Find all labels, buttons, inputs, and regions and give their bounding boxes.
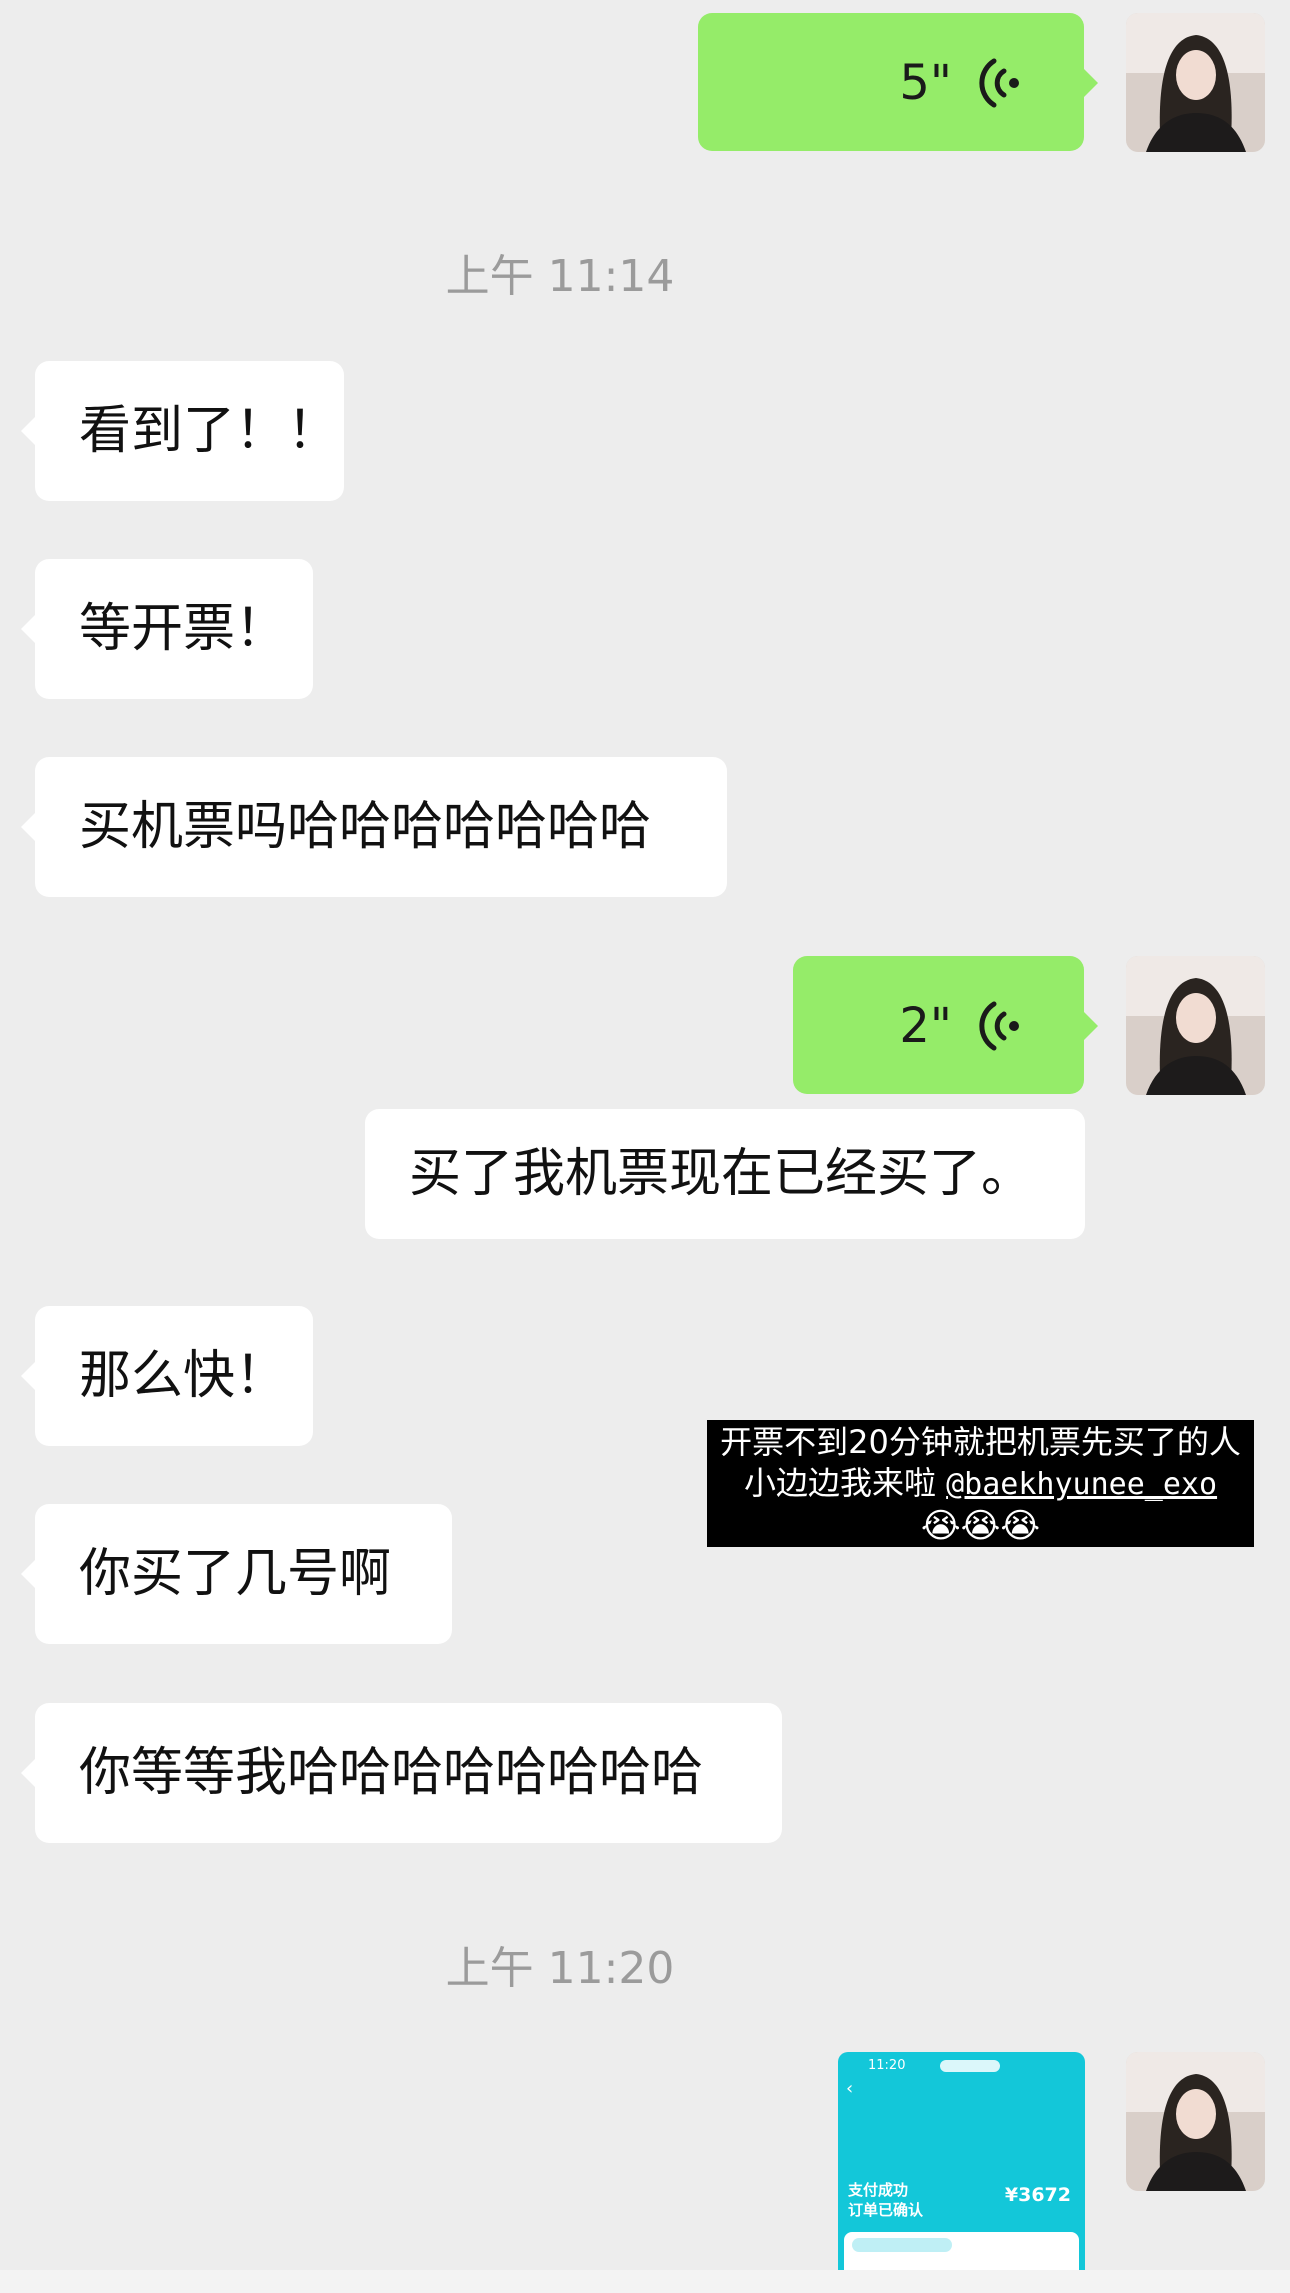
payment-status: 支付成功 订单已确认 — [848, 2180, 923, 2220]
avatar[interactable] — [1126, 956, 1265, 1095]
received-message[interactable]: 那么快！ — [21, 1306, 313, 1446]
caption-overlay: 开票不到20分钟就把机票先买了的人 小边边我来啦 @baekhyunee_exo… — [707, 1420, 1254, 1547]
order-card-bar — [852, 2238, 952, 2252]
bottom-bar — [0, 2270, 1290, 2293]
caption-line: 开票不到20分钟就把机票先买了的人 — [720, 1423, 1241, 1461]
user-avatar-icon — [1126, 956, 1265, 1095]
avatar[interactable] — [1126, 13, 1265, 152]
crying-emoji-group: 😭😭😭 — [920, 1506, 1041, 1546]
timestamp: 上午 11:14 — [445, 251, 675, 302]
payment-amount: ¥3672 — [1004, 2184, 1071, 2206]
user-avatar-icon — [1126, 2052, 1265, 2191]
received-message[interactable]: 你等等我哈哈哈哈哈哈哈哈 — [21, 1703, 782, 1843]
received-message[interactable]: 等开票！ — [21, 559, 313, 699]
screenshot-image-message[interactable]: 11:20 ‹ 支付成功 订单已确认 ¥3672 — [838, 2052, 1085, 2293]
timestamp: 上午 11:20 — [445, 1943, 675, 1994]
back-arrow-icon: ‹ — [846, 2078, 854, 2099]
voice-message-bubble[interactable]: 2" — [793, 956, 1098, 1094]
voice-duration: 2" — [899, 998, 952, 1054]
voice-message-bubble[interactable]: 5" — [698, 13, 1098, 151]
voice-wave-icon — [979, 58, 1019, 108]
user-avatar-icon — [1126, 13, 1265, 152]
mention-link[interactable]: @baekhyunee_exo — [946, 1467, 1217, 1502]
voice-wave-icon — [979, 1001, 1019, 1051]
received-message[interactable]: 看到了！！ — [21, 361, 344, 501]
screenshot-time: 11:20 — [868, 2058, 906, 2073]
sent-message[interactable]: 买了我机票现在已经买了。 — [365, 1109, 1085, 1239]
received-message[interactable]: 买机票吗哈哈哈哈哈哈哈 — [21, 757, 727, 897]
caption-text: 小边边我来啦 — [743, 1464, 947, 1502]
received-message[interactable]: 你买了几号啊 — [21, 1504, 452, 1644]
avatar[interactable] — [1126, 2052, 1265, 2191]
caption-line: 小边边我来啦 @baekhyunee_exo — [717, 1463, 1244, 1505]
payment-status-line: 支付成功 — [848, 2181, 909, 2199]
voice-duration: 5" — [899, 55, 952, 111]
payment-status-line: 订单已确认 — [848, 2201, 924, 2219]
status-pill — [940, 2060, 1000, 2072]
